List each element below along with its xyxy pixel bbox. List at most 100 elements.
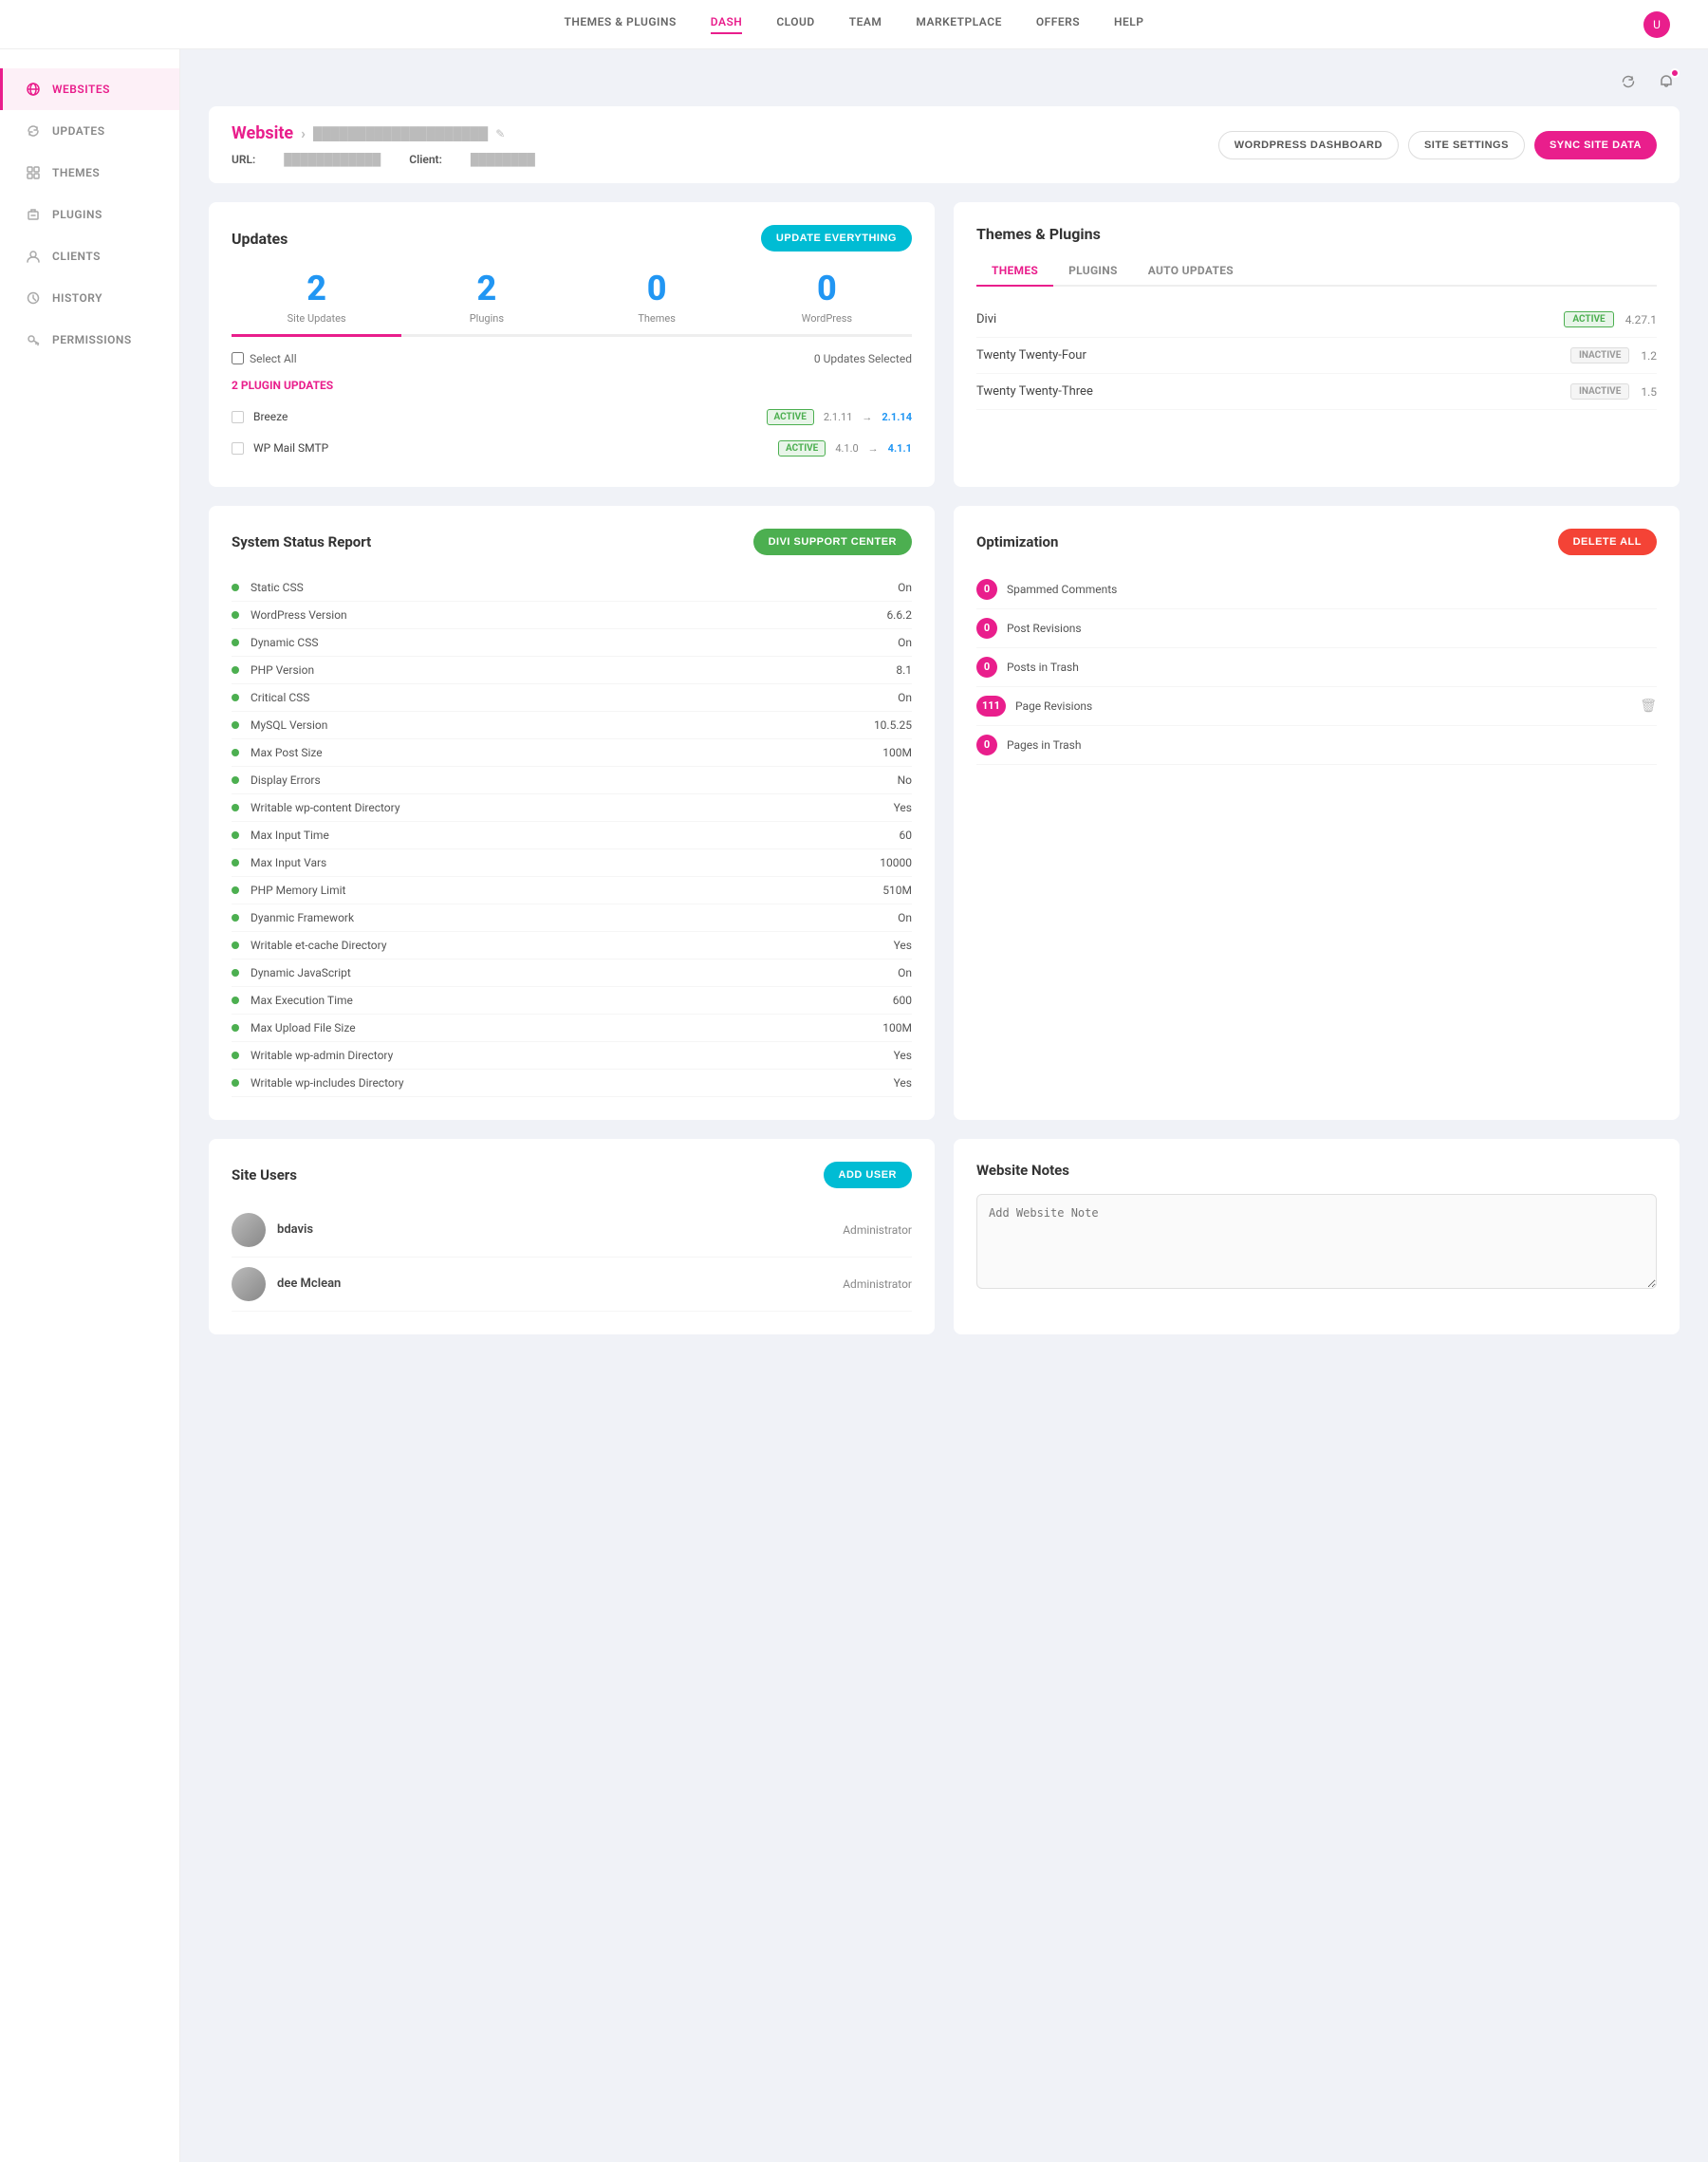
notification-badge bbox=[1670, 68, 1680, 78]
stat-plugins[interactable]: 2 Plugins bbox=[401, 270, 571, 337]
status-label: Critical CSS bbox=[251, 691, 898, 704]
status-dot bbox=[232, 914, 239, 922]
tab-themes[interactable]: THEMES bbox=[976, 258, 1053, 287]
wpmail-version-to: 4.1.1 bbox=[888, 442, 912, 455]
opt-label: Posts in Trash bbox=[1007, 661, 1657, 674]
status-label: Max Post Size bbox=[251, 746, 882, 759]
status-value: 510M bbox=[882, 884, 912, 897]
opt-row: 0 Spammed Comments bbox=[976, 570, 1657, 609]
delete-revisions-icon[interactable]: 🗑 bbox=[1640, 699, 1657, 714]
users-header: Site Users ADD USER bbox=[232, 1162, 912, 1188]
wpmail-checkbox[interactable] bbox=[232, 442, 244, 455]
wordpress-dashboard-button[interactable]: WORDPRESS DASHBOARD bbox=[1218, 131, 1399, 159]
select-all-label[interactable]: Select All bbox=[232, 352, 297, 365]
nav-marketplace[interactable]: MARKETPLACE bbox=[916, 15, 1001, 34]
status-dot bbox=[232, 639, 239, 646]
section-row-1: Updates UPDATE EVERYTHING 2 Site Updates… bbox=[209, 202, 1680, 487]
sidebar-item-themes[interactable]: THEMES bbox=[0, 152, 179, 194]
delete-all-button[interactable]: DELETE ALL bbox=[1558, 529, 1657, 555]
updates-header: Updates UPDATE EVERYTHING bbox=[232, 225, 912, 252]
opt-label: Page Revisions bbox=[1015, 699, 1630, 713]
system-status-header: System Status Report DIVI SUPPORT CENTER bbox=[232, 529, 912, 555]
tab-plugins[interactable]: PLUGINS bbox=[1053, 258, 1133, 287]
opt-row: 0 Post Revisions bbox=[976, 609, 1657, 648]
nav-cloud[interactable]: CLOUD bbox=[776, 15, 814, 34]
select-all-text: Select All bbox=[250, 352, 297, 365]
url-value: ████████████ bbox=[284, 153, 381, 166]
tt4-version: 1.2 bbox=[1641, 349, 1657, 363]
sidebar-item-plugins[interactable]: PLUGINS bbox=[0, 194, 179, 235]
status-dot bbox=[232, 776, 239, 784]
system-status-card: System Status Report DIVI SUPPORT CENTER… bbox=[209, 506, 935, 1120]
status-label: PHP Version bbox=[251, 663, 896, 677]
stat-wordpress[interactable]: 0 WordPress bbox=[742, 270, 912, 337]
status-value: Yes bbox=[894, 939, 912, 952]
notes-textarea[interactable] bbox=[976, 1194, 1657, 1289]
top-navigation: THEMES & PLUGINS DASH CLOUD TEAM MARKETP… bbox=[0, 0, 1708, 49]
update-everything-button[interactable]: UPDATE EVERYTHING bbox=[761, 225, 912, 252]
notifications-button[interactable] bbox=[1653, 68, 1680, 95]
sidebar-item-clients[interactable]: CLIENTS bbox=[0, 235, 179, 277]
themes-plugins-title: Themes & Plugins bbox=[976, 225, 1101, 243]
stat-site-updates[interactable]: 2 Site Updates bbox=[232, 270, 401, 337]
status-dot bbox=[232, 831, 239, 839]
grid-icon bbox=[26, 165, 41, 180]
sync-site-data-button[interactable]: SYNC SITE DATA bbox=[1534, 131, 1657, 159]
status-row: MySQL Version 10.5.25 bbox=[232, 712, 912, 739]
status-value: 10.5.25 bbox=[874, 718, 912, 732]
site-settings-button[interactable]: SITE SETTINGS bbox=[1408, 131, 1525, 159]
clock-icon bbox=[26, 290, 41, 306]
select-all-checkbox[interactable] bbox=[232, 352, 244, 364]
sidebar-item-websites[interactable]: WEBSITES bbox=[0, 68, 179, 110]
stat-themes[interactable]: 0 Themes bbox=[572, 270, 742, 337]
wpmail-plugin-name: WP Mail SMTP bbox=[253, 441, 769, 455]
status-row: PHP Memory Limit 510M bbox=[232, 877, 912, 904]
divi-status: ACTIVE bbox=[1564, 311, 1613, 327]
sidebar-label-themes: THEMES bbox=[52, 166, 100, 179]
refresh-button[interactable] bbox=[1615, 68, 1642, 95]
optimization-rows: 0 Spammed Comments 0 Post Revisions 0 Po… bbox=[976, 570, 1657, 765]
status-row: Writable et-cache Directory Yes bbox=[232, 932, 912, 960]
status-dot bbox=[232, 1024, 239, 1032]
stat-number-plugins: 2 bbox=[401, 270, 571, 308]
nav-offers[interactable]: OFFERS bbox=[1036, 15, 1080, 34]
website-notes-card: Website Notes bbox=[954, 1139, 1680, 1334]
breeze-checkbox[interactable] bbox=[232, 411, 244, 423]
theme-row-tt3: Twenty Twenty-Three INACTIVE 1.5 bbox=[976, 374, 1657, 410]
breadcrumb-main: Website bbox=[232, 123, 293, 143]
divi-name: Divi bbox=[976, 312, 1564, 326]
opt-count-badge: 0 bbox=[976, 618, 997, 639]
sidebar-item-history[interactable]: HISTORY bbox=[0, 277, 179, 319]
opt-row: 111 Page Revisions 🗑 bbox=[976, 687, 1657, 726]
website-header-card: Website › ████████████████████ ✎ URL: ██… bbox=[209, 106, 1680, 183]
status-dot bbox=[232, 666, 239, 674]
user-avatar[interactable]: U bbox=[1643, 11, 1670, 38]
plugin-icon bbox=[26, 207, 41, 222]
status-label: Display Errors bbox=[251, 773, 898, 787]
updates-card: Updates UPDATE EVERYTHING 2 Site Updates… bbox=[209, 202, 935, 487]
status-value: Yes bbox=[894, 1049, 912, 1062]
notes-header: Website Notes bbox=[976, 1162, 1657, 1179]
user-row: bdavis Administrator bbox=[232, 1203, 912, 1258]
add-user-button[interactable]: ADD USER bbox=[824, 1162, 912, 1188]
status-value: On bbox=[898, 911, 912, 924]
breeze-arrow: → bbox=[862, 411, 872, 423]
nav-themes-plugins[interactable]: THEMES & PLUGINS bbox=[565, 15, 677, 34]
breeze-plugin-name: Breeze bbox=[253, 410, 757, 423]
nav-dash[interactable]: DASH bbox=[711, 15, 743, 34]
nav-team[interactable]: TEAM bbox=[849, 15, 882, 34]
status-value: 100M bbox=[882, 1021, 912, 1034]
status-label: Max Input Vars bbox=[251, 856, 880, 869]
status-dot bbox=[232, 997, 239, 1004]
sidebar-item-updates[interactable]: UPDATES bbox=[0, 110, 179, 152]
status-label: PHP Memory Limit bbox=[251, 884, 882, 897]
nav-help[interactable]: HELP bbox=[1114, 15, 1143, 34]
divi-support-button[interactable]: DIVI SUPPORT CENTER bbox=[753, 529, 912, 555]
status-value: 10000 bbox=[880, 856, 912, 869]
tab-auto-updates[interactable]: AUTO UPDATES bbox=[1133, 258, 1249, 287]
status-value: 8.1 bbox=[896, 663, 912, 677]
status-dot bbox=[232, 694, 239, 701]
website-info: Website › ████████████████████ ✎ URL: ██… bbox=[232, 123, 535, 166]
sidebar-item-permissions[interactable]: PERMISSIONS bbox=[0, 319, 179, 361]
status-row: Writable wp-includes Directory Yes bbox=[232, 1070, 912, 1097]
